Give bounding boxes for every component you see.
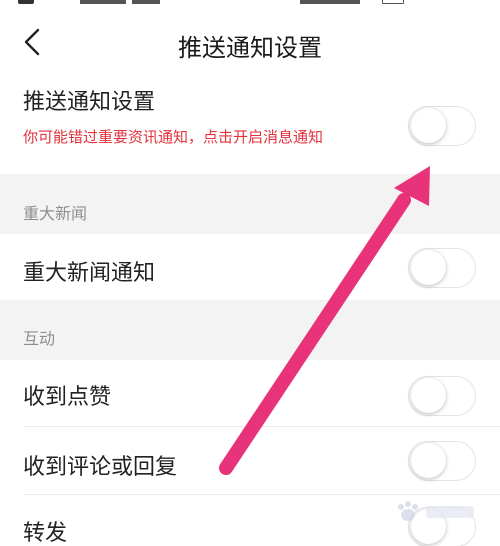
push-notification-label: 推送通知设置 [23,90,156,115]
push-notification-hint: 你可能错过重要资讯通知，点击开启消息通知 [23,128,324,146]
major-news-row[interactable]: 重大新闻通知 [0,234,500,300]
hd-icon [18,0,34,4]
toggle-knob [411,443,446,478]
major-news-toggle[interactable] [408,248,476,288]
signal-icon [80,0,126,4]
toggle-knob [411,378,446,413]
comments-toggle[interactable] [408,441,476,481]
baidu-logo-icon [398,501,474,521]
toggle-knob [411,108,446,143]
section-header-interaction: 互动 [0,300,500,360]
section-header-major-news: 重大新闻 [0,174,500,234]
toggle-knob [411,250,446,285]
status-icons [300,0,360,4]
likes-toggle[interactable] [408,376,476,416]
wifi-icon [132,0,160,4]
screen: 推送通知设置 推送通知设置 你可能错过重要资讯通知，点击开启消息通知 重大新闻 … [0,0,500,546]
push-notification-row[interactable]: 推送通知设置 你可能错过重要资讯通知，点击开启消息通知 [0,78,500,174]
push-notification-toggle[interactable] [408,106,476,146]
battery-icon [382,0,404,4]
likes-row[interactable]: 收到点赞 [0,360,500,426]
section-title: 互动 [23,329,56,348]
comments-label: 收到评论或回复 [23,455,178,480]
section-title: 重大新闻 [23,204,88,223]
repost-label: 转发 [23,521,68,546]
likes-label: 收到点赞 [23,385,112,410]
major-news-label: 重大新闻通知 [23,261,156,286]
comments-row[interactable]: 收到评论或回复 [0,427,500,494]
top-bar: 推送通知设置 [0,6,500,78]
page-title: 推送通知设置 [178,34,322,62]
